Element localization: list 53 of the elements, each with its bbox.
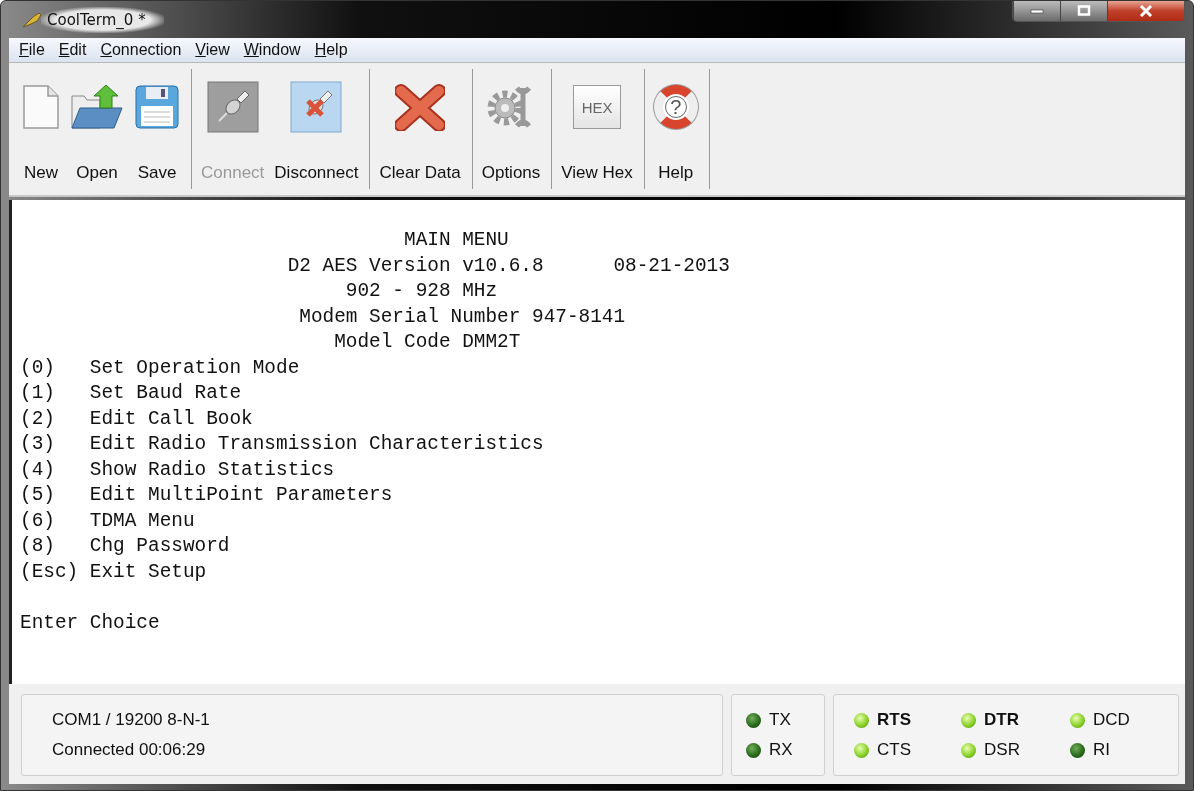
cross-icon <box>395 83 446 131</box>
maximize-button[interactable] <box>1060 1 1107 21</box>
signal-label: TX <box>769 710 791 730</box>
terminal-line: (3) Edit Radio Transmission Characteristics <box>20 432 545 457</box>
terminal-line: (Esc) Exit Setup <box>20 559 208 585</box>
menu-item[interactable]: Window <box>243 41 301 59</box>
toolbar-button[interactable]: Disconnect <box>271 79 362 183</box>
signal-label: DCD <box>1093 710 1130 730</box>
signal-label: RTS <box>877 710 911 730</box>
terminal-line: (4) Show Radio Statistics <box>20 457 336 483</box>
minimize-button[interactable] <box>1013 1 1060 21</box>
close-icon <box>1139 5 1153 17</box>
signal-label: DTR <box>984 710 1020 730</box>
plug-tile-icon <box>206 81 259 133</box>
toolbar-button[interactable]: Clear Data <box>376 79 464 183</box>
toolbar-button[interactable]: ? Help <box>650 79 701 183</box>
folder-arrow-icon <box>70 84 124 130</box>
terminal-line: (2) Edit Call Book <box>20 406 254 432</box>
connection-time: Connected 00:06:29 <box>52 740 207 760</box>
terminal-line: D2 AES Version v10.6.8 08-21-2013 <box>286 253 731 279</box>
terminal-line: (1) Set Baud Rate <box>20 381 243 406</box>
signal-label: RI <box>1093 740 1111 760</box>
menu-item[interactable]: Help <box>314 41 348 59</box>
terminal-line: (0) Set Operation Mode <box>20 355 301 381</box>
toolbar-button[interactable]: Save <box>131 79 183 183</box>
signal-label: CTS <box>877 740 911 760</box>
signal-label: RX <box>769 740 793 760</box>
menu-item[interactable]: Connection <box>100 41 182 59</box>
terminal-line: (6) TDMA Menu <box>20 508 196 534</box>
terminal-line: Model Code DMM2T <box>333 330 522 355</box>
signal-label: DSR <box>984 740 1020 760</box>
terminal-line: Modem Serial Number 947-8141 <box>298 304 627 330</box>
close-button[interactable] <box>1107 1 1184 21</box>
terminal-line: (5) Edit MultiPoint Parameters <box>20 483 394 508</box>
toolbar-button[interactable]: Options <box>478 79 544 183</box>
terminal-line: (8) Chg Password <box>20 534 231 559</box>
toolbar-button[interactable]: New <box>19 79 63 183</box>
minimize-icon <box>1030 8 1044 14</box>
terminal-line: MAIN MENU <box>403 228 510 253</box>
window-title: CoolTerm_0 * <box>41 6 164 33</box>
terminal-line: 902 - 928 MHz <box>344 279 499 304</box>
plug-cross-tile-icon <box>290 81 343 133</box>
maximize-icon <box>1077 5 1091 17</box>
menu-item[interactable]: File <box>19 41 45 59</box>
terminal-prompt: Enter Choice <box>20 610 161 636</box>
lifebuoy-icon: ? <box>653 85 698 129</box>
document-icon <box>22 84 60 130</box>
menu-item[interactable]: Edit <box>58 41 87 59</box>
toolbar-button[interactable]: Open <box>67 79 127 183</box>
hex-tile-icon: HEX <box>573 85 622 129</box>
menu-item[interactable]: View <box>195 41 230 59</box>
port-settings: COM1 / 19200 8-N-1 <box>52 710 211 730</box>
toolbar-button[interactable]: HEX View Hex <box>558 79 636 183</box>
